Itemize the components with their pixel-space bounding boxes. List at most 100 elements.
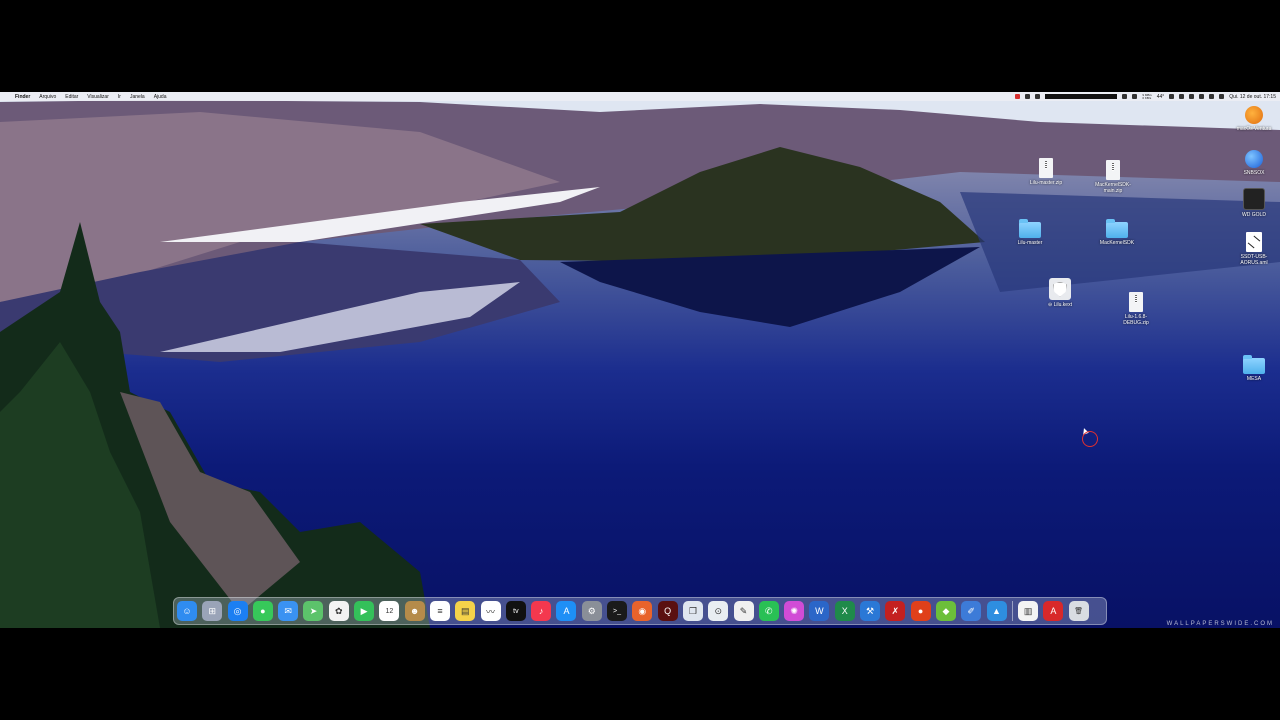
- music-dock-icon[interactable]: ♪: [531, 601, 552, 621]
- screen-recorder-dock-icon[interactable]: ●: [910, 601, 931, 621]
- word-glyph-icon: W: [815, 606, 824, 616]
- macos-ventura-drive-icon[interactable]: macOs Ventura: [1226, 106, 1280, 132]
- battery-icon[interactable]: [1169, 94, 1175, 99]
- launchpad-dock-icon[interactable]: ⊞: [202, 601, 223, 621]
- lilu-kext-icon[interactable]: ⊖ Lilu.kext: [1032, 278, 1088, 308]
- network-speed[interactable]: 9 MB/s 0 KB/s: [1142, 93, 1151, 100]
- desktop-icon-label: SSDT-USB- AORUS.aml: [1240, 254, 1268, 266]
- siri-icon[interactable]: [1219, 94, 1225, 99]
- image-app-dock-icon[interactable]: ▲: [986, 601, 1007, 621]
- app-store-dock-icon[interactable]: A: [556, 601, 577, 621]
- menu-janela[interactable]: Janela: [130, 94, 145, 100]
- terminal-dock-icon[interactable]: >_: [607, 601, 628, 621]
- ssdt-file-icon[interactable]: SSDT-USB- AORUS.aml: [1226, 232, 1280, 266]
- desktop[interactable]: Finder Arquivo Editar Visualizar Ir Jane…: [0, 92, 1280, 628]
- acrobat-reader-dock-icon[interactable]: A: [1043, 601, 1064, 621]
- apple-tv-glyph-icon: tv: [513, 607, 519, 615]
- memory-icon[interactable]: [1122, 94, 1128, 99]
- xcode-dock-icon[interactable]: ⚒: [860, 601, 881, 621]
- freeform-dock-icon[interactable]: 〰: [480, 601, 501, 621]
- bluetooth-icon[interactable]: [1179, 94, 1185, 99]
- preview-dock-icon[interactable]: ❐: [682, 601, 703, 621]
- word-dock-icon[interactable]: W: [809, 601, 830, 621]
- temperature-readout[interactable]: 44°: [1157, 94, 1165, 100]
- desktop-icon-label: Lilu-1.6.8- DEBUG.zip: [1123, 314, 1149, 326]
- screen-recorder-glyph-icon: ●: [917, 606, 924, 616]
- lilu-master-zip-icon[interactable]: Lilu-master.zip: [1018, 158, 1074, 186]
- system-settings-dock-icon[interactable]: ⚙: [581, 601, 602, 621]
- tool-status-icon[interactable]: [1035, 94, 1041, 99]
- menu-arquivo[interactable]: Arquivo: [39, 94, 56, 100]
- contacts-glyph-icon: ☻: [409, 606, 420, 616]
- trash-dock-icon[interactable]: 🗑: [1068, 601, 1089, 621]
- maps-glyph-icon: ➤: [309, 605, 318, 616]
- flower-app-glyph-icon: ✺: [790, 605, 798, 616]
- maps-dock-icon[interactable]: ➤: [303, 601, 324, 621]
- app-store-glyph-icon: A: [563, 606, 570, 616]
- search-icon[interactable]: [1199, 94, 1205, 99]
- calendar-dock-icon[interactable]: 12: [379, 601, 400, 621]
- menu-bar: Finder Arquivo Editar Visualizar Ir Jane…: [0, 92, 1280, 101]
- mesa-folder-icon[interactable]: MESA: [1226, 355, 1280, 382]
- facetime-dock-icon[interactable]: ▶: [354, 601, 375, 621]
- apple-tv-dock-icon[interactable]: tv: [505, 601, 526, 621]
- whatsapp-dock-icon[interactable]: ✆: [758, 601, 779, 621]
- xtools-dock-icon[interactable]: ✗: [885, 601, 906, 621]
- disk-icon[interactable]: [1132, 94, 1138, 99]
- wallpaper-watermark: WALLPAPERSWIDE.COM: [1166, 621, 1274, 627]
- record-status-icon[interactable]: [1015, 94, 1021, 99]
- system-settings-glyph-icon: ⚙: [587, 605, 596, 616]
- safari-dock-icon[interactable]: ◎: [227, 601, 248, 621]
- cube-app-glyph-icon: ◆: [942, 605, 950, 616]
- messages-glyph-icon: ●: [260, 606, 266, 616]
- firefox-dock-icon[interactable]: ◉: [632, 601, 653, 621]
- excel-dock-icon[interactable]: X: [834, 601, 855, 621]
- desktop-icon-label: SNBSOX: [1243, 170, 1265, 176]
- desktop-icon-label: Lilu-master: [1017, 240, 1043, 246]
- menu-ajuda[interactable]: Ajuda: [154, 94, 167, 100]
- finder-glyph-icon: ☺: [182, 606, 192, 616]
- menu-finder[interactable]: Finder: [15, 94, 30, 100]
- menu-visualizar[interactable]: Visualizar: [87, 94, 109, 100]
- screen-capture-icon[interactable]: [1025, 94, 1031, 99]
- zip-document-dock-icon[interactable]: ▥: [1018, 601, 1039, 621]
- control-center-icon[interactable]: [1209, 94, 1215, 99]
- dock-separator: [1011, 601, 1013, 621]
- acrobat-reader-glyph-icon: A: [1050, 606, 1057, 616]
- zip-document-glyph-icon: ▥: [1023, 605, 1033, 616]
- messages-dock-icon[interactable]: ●: [252, 601, 273, 621]
- wifi-icon[interactable]: [1189, 94, 1195, 99]
- firefox-glyph-icon: ◉: [638, 605, 647, 616]
- photos-glyph-icon: ✿: [335, 605, 343, 616]
- wd-gold-drive-icon[interactable]: WD GOLD: [1226, 188, 1280, 218]
- finder-dock-icon[interactable]: ☺: [177, 601, 197, 621]
- cube-app-dock-icon[interactable]: ◆: [935, 601, 956, 621]
- reminders-dock-icon[interactable]: ≡: [429, 601, 450, 621]
- script-editor-dock-icon[interactable]: ✎: [733, 601, 754, 621]
- contacts-dock-icon[interactable]: ☻: [404, 601, 425, 621]
- quake-dock-icon[interactable]: Q: [657, 601, 678, 621]
- opencore-configurator-glyph-icon: ⊙: [714, 605, 722, 616]
- mail-dock-icon[interactable]: ✉: [278, 601, 299, 621]
- cpu-graph[interactable]: [1045, 94, 1118, 99]
- safari-glyph-icon: ◎: [233, 605, 242, 616]
- notes-dock-icon[interactable]: ▤: [455, 601, 476, 621]
- desktop-icon-label: ⊖ Lilu.kext: [1048, 302, 1072, 308]
- menu-ir[interactable]: Ir: [118, 94, 121, 100]
- clock[interactable]: Qui. 12 de out. 17:15: [1229, 94, 1276, 100]
- mackernelsdk-zip-icon[interactable]: MacKernelSDK- main.zip: [1085, 160, 1141, 194]
- desktop-icon-label: MacKernelSDK- main.zip: [1095, 182, 1131, 194]
- photos-dock-icon[interactable]: ✿: [328, 601, 349, 621]
- opencore-configurator-dock-icon[interactable]: ⊙: [708, 601, 729, 621]
- snbsox-drive-icon[interactable]: SNBSOX: [1226, 150, 1280, 176]
- menu-editar[interactable]: Editar: [65, 94, 78, 100]
- lilu-debug-zip-icon[interactable]: Lilu-1.6.8- DEBUG.zip: [1108, 292, 1164, 326]
- dock: ☺ ⊞ ◎ ● ✉ ➤ ✿ ▶ 12 ☻ ≡ ▤ 〰 tv ♪ A ⚙ >_ ◉ Q ❐ ⊙ ✎ ✆ ✺ W X ⚒ ✗ ● ◆ ✐ ▲ ▥ A 🗑: [173, 597, 1107, 625]
- click-highlight-ring: [1082, 431, 1098, 447]
- flower-app-dock-icon[interactable]: ✺: [784, 601, 805, 621]
- terminal-glyph-icon: >_: [613, 607, 622, 615]
- mackernelsdk-folder-icon[interactable]: MacKernelSDK: [1089, 219, 1145, 246]
- propertree-dock-icon[interactable]: ✐: [961, 601, 982, 621]
- reminders-glyph-icon: ≡: [437, 606, 443, 616]
- lilu-master-folder-icon[interactable]: Lilu-master: [1002, 219, 1058, 246]
